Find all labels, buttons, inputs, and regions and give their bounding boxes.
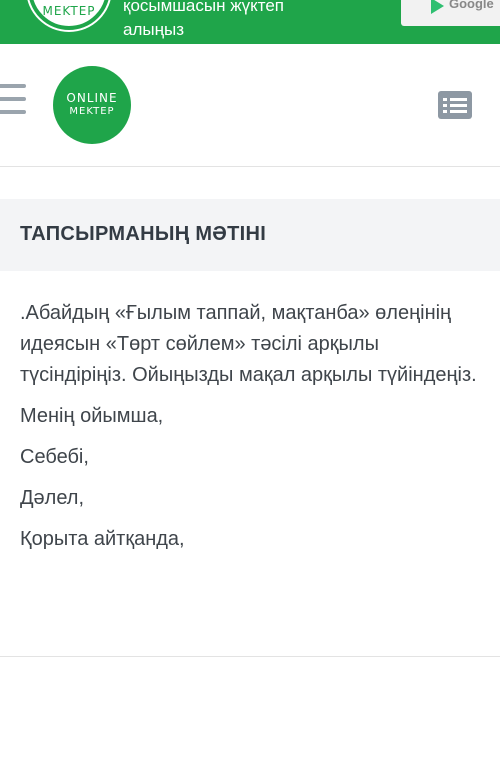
answer-line-3: Дәлел,	[20, 487, 85, 509]
list-menu-icon[interactable]	[438, 91, 472, 119]
google-play-icon	[431, 0, 444, 14]
answer-line-1: Менің ойымша,	[20, 405, 164, 427]
task-title-bar: ТАПСЫРМАНЫҢ МӘТІНІ	[0, 199, 500, 271]
task-title: ТАПСЫРМАНЫҢ МӘТІНІ	[20, 223, 267, 245]
banner-logo-text: MEKTEP	[42, 4, 96, 18]
answer-line-2: Себебі,	[20, 446, 89, 468]
app-download-banner[interactable]: MEKTEP қосымшасын жүктеп алыңыз Google	[0, 0, 500, 44]
task-content: .Абайдың «Ғылым таппай, мақтанба» өлеңін…	[20, 298, 490, 565]
banner-logo: MEKTEP	[28, 0, 110, 30]
logo-line2: MEKTEP	[69, 106, 115, 117]
google-play-button[interactable]: Google	[401, 0, 500, 26]
online-mektep-logo[interactable]: ONLINE MEKTEP	[53, 66, 131, 144]
task-text: .Абайдың «Ғылым таппай, мақтанба» өлеңін…	[20, 302, 477, 386]
content-divider	[0, 656, 500, 657]
google-play-label: Google	[449, 0, 494, 11]
logo-line1: ONLINE	[66, 91, 118, 105]
banner-message-line1: қосымшасын жүктеп	[123, 0, 284, 15]
banner-message-line2: алыңыз	[123, 20, 184, 39]
banner-message: қосымшасын жүктеп алыңыз	[123, 0, 284, 42]
answer-line-4: Қорыта айтқанда,	[20, 528, 185, 550]
site-header: ONLINE MEKTEP	[0, 44, 500, 167]
hamburger-menu-icon[interactable]	[0, 84, 28, 128]
